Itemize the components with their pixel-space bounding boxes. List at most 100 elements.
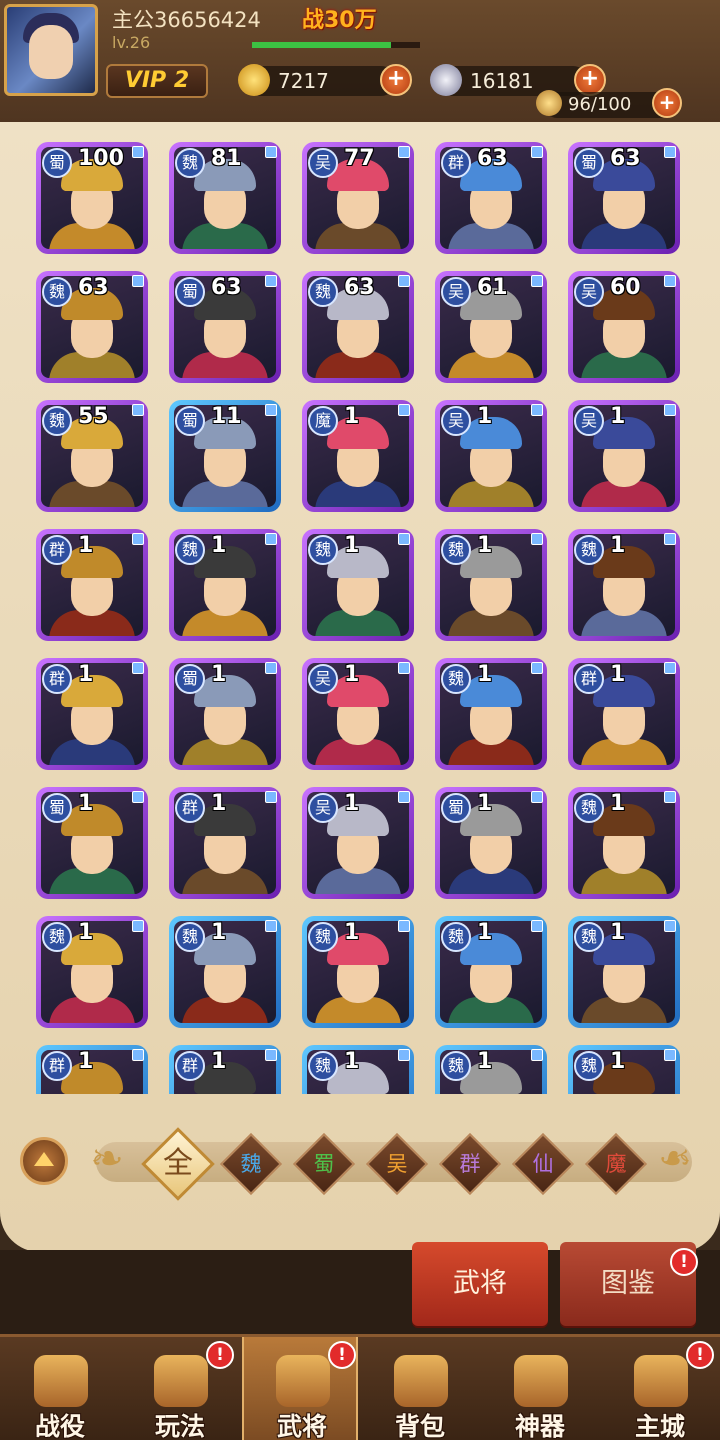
- hero-card[interactable]: 魏1: [302, 1045, 414, 1094]
- hero-card[interactable]: 蜀 63: [169, 271, 281, 383]
- hero-card[interactable]: 群1: [169, 787, 281, 899]
- hero-card[interactable]: 蜀1: [435, 787, 547, 899]
- faction-badge: 群: [175, 793, 205, 823]
- hero-level: 1: [78, 920, 94, 945]
- hero-card[interactable]: 魏1: [568, 529, 680, 641]
- hero-card[interactable]: 魏1: [435, 916, 547, 1028]
- hero-card[interactable]: 吴 77: [302, 142, 414, 254]
- hero-level: 1: [211, 662, 227, 687]
- nav-item[interactable]: 神器: [482, 1337, 598, 1440]
- hero-card[interactable]: 吴1: [568, 400, 680, 512]
- hero-card[interactable]: 魏 81: [169, 142, 281, 254]
- hero-card[interactable]: 群1: [169, 1045, 281, 1094]
- hero-level: 63: [610, 146, 641, 171]
- hero-level: 77: [344, 146, 375, 171]
- hero-card[interactable]: 魏1: [435, 529, 547, 641]
- add-stamina-button[interactable]: +: [652, 88, 682, 118]
- filter-label: 魏: [240, 1152, 262, 1176]
- hero-card[interactable]: 魏 63: [36, 271, 148, 383]
- hero-level: 1: [344, 1049, 360, 1074]
- food-icon: [536, 90, 562, 116]
- star-corner-icon: [265, 920, 277, 932]
- star-corner-icon: [664, 146, 676, 158]
- nav-item[interactable]: 战役: [2, 1337, 118, 1440]
- hero-card[interactable]: 群1: [36, 529, 148, 641]
- star-corner-icon: [132, 920, 144, 932]
- silver-coin-icon: [430, 64, 462, 96]
- hero-level: 1: [78, 662, 94, 687]
- faction-badge: 魏: [308, 277, 338, 307]
- nav-label: 神器: [514, 1412, 565, 1440]
- faction-badge: 魏: [574, 1051, 604, 1081]
- faction-badge: 群: [42, 1051, 72, 1081]
- star-corner-icon: [132, 1049, 144, 1061]
- hero-card[interactable]: 魏 63: [302, 271, 414, 383]
- faction-badge: 魏: [42, 406, 72, 436]
- hero-card[interactable]: 魏1: [435, 658, 547, 770]
- hero-level: 1: [211, 1049, 227, 1074]
- hero-card[interactable]: 群1: [36, 658, 148, 770]
- star-corner-icon: [132, 275, 144, 287]
- hero-level: 11: [211, 404, 242, 429]
- hero-grid[interactable]: 蜀 100 魏 81 吴 77 群 63 蜀 63 魏 63 蜀 63 魏 63 吴 61 吴 60 魏 55 蜀 11 魔 1 吴…: [36, 142, 696, 1094]
- hero-level: 61: [477, 275, 508, 300]
- faction-badge: 魏: [574, 922, 604, 952]
- hero-card[interactable]: 群 63: [435, 142, 547, 254]
- codex-alert-badge: !: [670, 1248, 698, 1276]
- player-avatar[interactable]: [4, 4, 98, 96]
- gold-ingot-icon: [238, 64, 270, 96]
- tab-heroes[interactable]: 武将: [412, 1242, 548, 1326]
- hero-level: 1: [211, 533, 227, 558]
- hero-card[interactable]: 吴1: [302, 787, 414, 899]
- star-corner-icon: [265, 146, 277, 158]
- filter-label: 全: [163, 1146, 193, 1181]
- nav-item[interactable]: 玩法!: [122, 1337, 238, 1440]
- star-corner-icon: [398, 920, 410, 932]
- hero-level: 1: [78, 791, 94, 816]
- star-corner-icon: [531, 662, 543, 674]
- hero-card[interactable]: 魏1: [302, 916, 414, 1028]
- star-corner-icon: [664, 791, 676, 803]
- filter-all[interactable]: 全: [141, 1127, 215, 1201]
- hero-card[interactable]: 魏 55: [36, 400, 148, 512]
- hero-card[interactable]: 魔1: [302, 400, 414, 512]
- hero-card[interactable]: 魏1: [568, 787, 680, 899]
- hero-level: 1: [610, 1049, 626, 1074]
- castle-icon: [634, 1355, 688, 1407]
- hero-card[interactable]: 魏1: [302, 529, 414, 641]
- hero-card[interactable]: 蜀1: [36, 787, 148, 899]
- hero-card[interactable]: 吴1: [435, 400, 547, 512]
- hero-card[interactable]: 蜀 11: [169, 400, 281, 512]
- hero-card[interactable]: 吴 61: [435, 271, 547, 383]
- hero-card[interactable]: 群1: [568, 658, 680, 770]
- nav-item[interactable]: 主城!: [602, 1337, 718, 1440]
- hero-card[interactable]: 蜀 100: [36, 142, 148, 254]
- hero-card[interactable]: 魏1: [36, 916, 148, 1028]
- star-corner-icon: [664, 404, 676, 416]
- star-corner-icon: [265, 1049, 277, 1061]
- star-corner-icon: [398, 1049, 410, 1061]
- hero-card[interactable]: 蜀1: [169, 658, 281, 770]
- faction-badge: 魏: [175, 148, 205, 178]
- faction-badge: 蜀: [175, 664, 205, 694]
- star-corner-icon: [132, 791, 144, 803]
- nav-item[interactable]: 背包: [362, 1337, 478, 1440]
- faction-badge: 蜀: [175, 406, 205, 436]
- faction-badge: 魏: [308, 1051, 338, 1081]
- nav-item[interactable]: 武将!: [242, 1337, 358, 1440]
- hero-card[interactable]: 魏1: [169, 916, 281, 1028]
- scroll-top-button[interactable]: [20, 1137, 68, 1185]
- hero-card[interactable]: 蜀 63: [568, 142, 680, 254]
- hero-card[interactable]: 魏1: [568, 1045, 680, 1094]
- vip-badge[interactable]: VIP 2: [106, 64, 208, 98]
- hero-level: 100: [78, 146, 124, 171]
- hero-level: 1: [477, 533, 493, 558]
- add-gold-button[interactable]: +: [380, 64, 412, 96]
- gate-icon: [154, 1355, 208, 1407]
- hero-card[interactable]: 群1: [36, 1045, 148, 1094]
- hero-card[interactable]: 吴1: [302, 658, 414, 770]
- hero-card[interactable]: 魏1: [169, 529, 281, 641]
- hero-card[interactable]: 魏1: [568, 916, 680, 1028]
- hero-card[interactable]: 魏1: [435, 1045, 547, 1094]
- hero-card[interactable]: 吴 60: [568, 271, 680, 383]
